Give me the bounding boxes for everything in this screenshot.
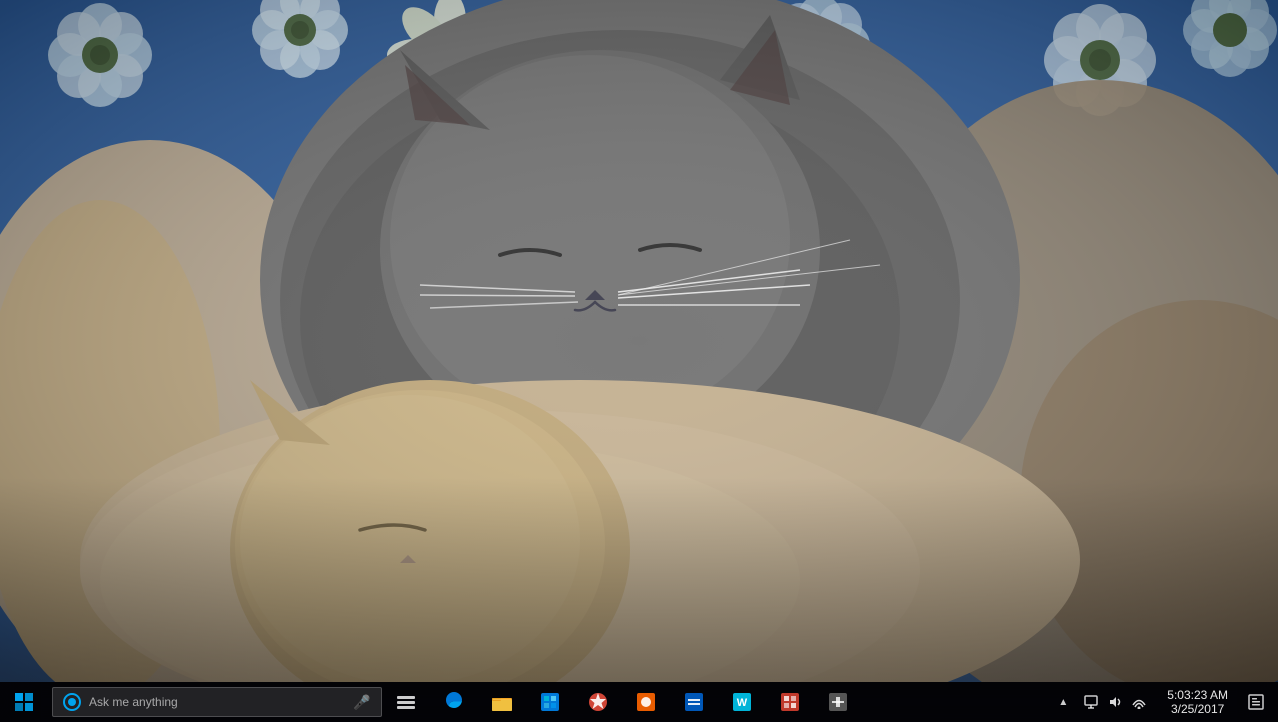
taskbar-app-blue2[interactable] [670, 682, 718, 722]
windows-logo-icon [15, 693, 33, 711]
show-hidden-icons-button[interactable]: ▲ [1053, 682, 1073, 722]
taskbar-apps: W [430, 682, 862, 722]
system-tray: ▲ [1053, 682, 1278, 722]
taskbar-app-orange[interactable] [622, 682, 670, 722]
microsoft-store-icon [538, 690, 562, 714]
taskbar: Ask me anything 🎤 [0, 682, 1278, 722]
taskbar-app-cyan[interactable]: W [718, 682, 766, 722]
start-button[interactable] [0, 682, 48, 722]
search-bar[interactable]: Ask me anything 🎤 [52, 687, 382, 717]
taskbar-app-edge[interactable] [430, 682, 478, 722]
clock-date: 3/25/2017 [1171, 702, 1224, 716]
orange-app-icon [634, 690, 658, 714]
taskbar-app-store[interactable] [526, 682, 574, 722]
tray-volume-icon[interactable] [1105, 682, 1125, 722]
edge-icon [442, 690, 466, 714]
clock-time: 5:03:23 AM [1167, 688, 1228, 702]
action-center-button[interactable] [1238, 682, 1274, 722]
taskbar-app-grey[interactable] [814, 682, 862, 722]
file-explorer-icon [490, 690, 514, 714]
blue-app-icon [682, 690, 706, 714]
tray-icons-area [1073, 682, 1157, 722]
microphone-button[interactable]: 🎤 [353, 693, 371, 711]
task-view-icon [397, 696, 415, 709]
photos-icon [586, 690, 610, 714]
grey-app-icon [826, 690, 850, 714]
search-placeholder-text: Ask me anything [89, 695, 353, 709]
tray-network-icon[interactable] [1129, 682, 1149, 722]
clock-area[interactable]: 5:03:23 AM 3/25/2017 [1157, 682, 1238, 722]
red-app-icon [778, 690, 802, 714]
cortana-icon [63, 693, 81, 711]
taskbar-app-explorer[interactable] [478, 682, 526, 722]
taskbar-app-photos[interactable] [574, 682, 622, 722]
task-view-button[interactable] [384, 682, 428, 722]
tray-notification-icon[interactable] [1081, 682, 1101, 722]
wallpaper-svg [0, 0, 1278, 682]
cyan-app-icon: W [730, 690, 754, 714]
svg-text:W: W [737, 697, 748, 709]
taskbar-app-red[interactable] [766, 682, 814, 722]
